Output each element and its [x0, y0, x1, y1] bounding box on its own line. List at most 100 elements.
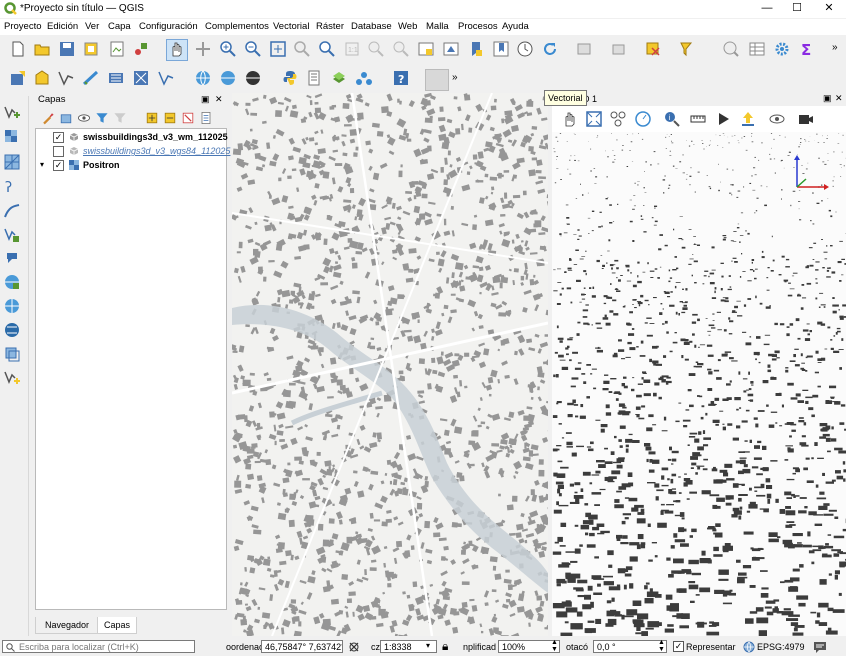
export-icon[interactable] — [739, 110, 757, 128]
minimize-button[interactable]: — — [752, 0, 782, 18]
menu-web[interactable]: Web — [398, 21, 417, 32]
open-project-icon[interactable] — [33, 40, 51, 58]
identify-features-icon[interactable]: i — [663, 110, 681, 128]
spin-arrows-icon[interactable]: ▲ ▼ — [658, 639, 665, 653]
menu-database[interactable]: Database — [351, 21, 392, 32]
wcs-icon[interactable] — [219, 69, 237, 87]
collapse-all-icon[interactable] — [163, 111, 177, 125]
pan-icon[interactable] — [166, 39, 188, 61]
add-line-icon[interactable] — [82, 69, 100, 87]
pan-to-selection-icon[interactable] — [194, 40, 212, 58]
zoom-full-3d-icon[interactable] — [585, 110, 603, 128]
map-canvas-2d[interactable] — [232, 93, 548, 636]
add-gps-layer-icon[interactable] — [3, 202, 21, 220]
float-3d-button[interactable]: ▣ — [823, 93, 832, 104]
pan-3d-icon[interactable] — [560, 110, 578, 128]
camera-icon[interactable] — [797, 110, 815, 128]
messages-icon[interactable] — [813, 641, 827, 653]
manage-visibility-icon[interactable] — [77, 111, 91, 125]
move-feature-icon[interactable] — [132, 69, 150, 87]
identify-icon[interactable] — [722, 40, 740, 58]
script-icon[interactable] — [305, 69, 323, 87]
temporal-controller-icon[interactable] — [516, 40, 534, 58]
zoom-full-icon[interactable] — [269, 40, 287, 58]
add-spatialite-icon[interactable] — [3, 226, 21, 244]
zoom-native-icon[interactable]: 1:1 — [343, 40, 361, 58]
layer-visibility-checkbox[interactable]: ✓ — [53, 160, 64, 171]
tab-navegador[interactable]: Navegador — [35, 617, 99, 634]
close-3d-button[interactable]: ✕ — [835, 93, 843, 104]
add-raster-layer-icon[interactable] — [3, 128, 21, 146]
add-wcs-layer-icon[interactable] — [3, 321, 21, 339]
menu-proyecto[interactable]: Proyecto — [4, 21, 42, 32]
new-project-icon[interactable] — [9, 40, 27, 58]
rotation-spinbox[interactable]: 0,0 ° — [593, 640, 667, 653]
menu-procesos[interactable]: Procesos — [458, 21, 498, 32]
node-tool-icon[interactable] — [157, 69, 175, 87]
animations-icon[interactable] — [714, 110, 732, 128]
network-icon[interactable] — [355, 69, 373, 87]
attribute-table-icon[interactable] — [748, 40, 766, 58]
menu-vectorial[interactable]: Vectorial — [273, 21, 309, 32]
close-button[interactable]: ✕ — [814, 0, 844, 18]
chevron-down-icon[interactable]: ▾ — [426, 641, 430, 650]
add-vector-layer-icon[interactable] — [3, 104, 21, 122]
remove-layer-icon[interactable] — [181, 111, 195, 125]
style-manager-icon[interactable] — [132, 40, 150, 58]
maximize-button[interactable]: ☐ — [782, 0, 812, 18]
coordinate-field[interactable]: 46,75847° 7,63742° — [261, 640, 343, 653]
menu-raster[interactable]: Ráster — [316, 21, 344, 32]
vertex-tool-icon[interactable] — [57, 69, 75, 87]
map-view-3d[interactable]: 3D 1 ▣ ✕ i — [552, 93, 846, 636]
new-3d-view-icon[interactable] — [442, 40, 460, 58]
zoom-to-selection-icon[interactable] — [293, 40, 311, 58]
menu-complementos[interactable]: Complementos — [205, 21, 269, 32]
print-layout-icon[interactable] — [108, 40, 126, 58]
add-wms-layer-icon[interactable] — [3, 273, 21, 291]
identify-3d-icon[interactable] — [609, 110, 627, 128]
menu-edicion[interactable]: Edición — [47, 21, 78, 32]
save-project-icon[interactable] — [58, 40, 76, 58]
float-panel-button[interactable]: ▣ — [201, 94, 210, 105]
save-as-icon[interactable] — [82, 40, 100, 58]
crs-button[interactable]: EPSG:4979 — [757, 642, 805, 652]
add-delimited-text-icon[interactable]: ʔ — [3, 178, 21, 196]
layer-visibility-checkbox[interactable] — [53, 146, 64, 157]
menu-ayuda[interactable]: Ayuda — [502, 21, 529, 32]
new-map-view-icon[interactable] — [417, 40, 435, 58]
toolbar-overflow-icon[interactable]: » — [832, 42, 838, 53]
menu-malla[interactable]: Malla — [426, 21, 449, 32]
wfs-icon[interactable] — [244, 69, 262, 87]
add-mesh-layer-icon[interactable] — [3, 153, 21, 171]
wms-icon[interactable] — [194, 69, 212, 87]
zoom-to-layer-icon[interactable] — [318, 40, 336, 58]
save-edits-icon[interactable] — [33, 69, 51, 87]
deselect-icon[interactable] — [610, 40, 628, 58]
toolbar2-overflow-icon[interactable]: » — [452, 72, 458, 83]
lock-scale-icon[interactable]: 🔒︎ — [442, 639, 448, 654]
tab-capas[interactable]: Capas — [97, 617, 137, 634]
add-postgis-icon[interactable] — [3, 249, 21, 267]
digitize-icon[interactable] — [9, 69, 27, 87]
help-icon[interactable]: ? — [392, 69, 410, 87]
expand-arrow-icon[interactable]: ▾ — [40, 160, 44, 169]
crs-globe-icon[interactable] — [743, 641, 755, 653]
zoom-last-icon[interactable] — [367, 40, 385, 58]
add-polygon-icon[interactable] — [107, 69, 125, 87]
select-by-location-icon[interactable] — [644, 40, 662, 58]
layer-row[interactable]: ▾ ✓ Positron — [36, 159, 224, 172]
select-feature-icon[interactable] — [576, 40, 594, 58]
empty-toolbar-button[interactable] — [425, 69, 449, 91]
measure-3d-icon[interactable] — [634, 110, 652, 128]
settings-icon[interactable] — [773, 40, 791, 58]
open-styling-icon[interactable] — [41, 111, 55, 125]
layer-visibility-checkbox[interactable]: ✓ — [53, 132, 64, 143]
bookmark-icon[interactable] — [467, 40, 485, 58]
expand-all-icon[interactable] — [145, 111, 159, 125]
add-wfs-layer-icon[interactable] — [3, 297, 21, 315]
view-menu-icon[interactable] — [768, 110, 786, 128]
menu-configuracion[interactable]: Configuración — [139, 21, 198, 32]
new-vector-layer-icon[interactable] — [3, 369, 21, 387]
zoom-out-icon[interactable] — [244, 40, 262, 58]
show-bookmarks-icon[interactable] — [492, 40, 510, 58]
